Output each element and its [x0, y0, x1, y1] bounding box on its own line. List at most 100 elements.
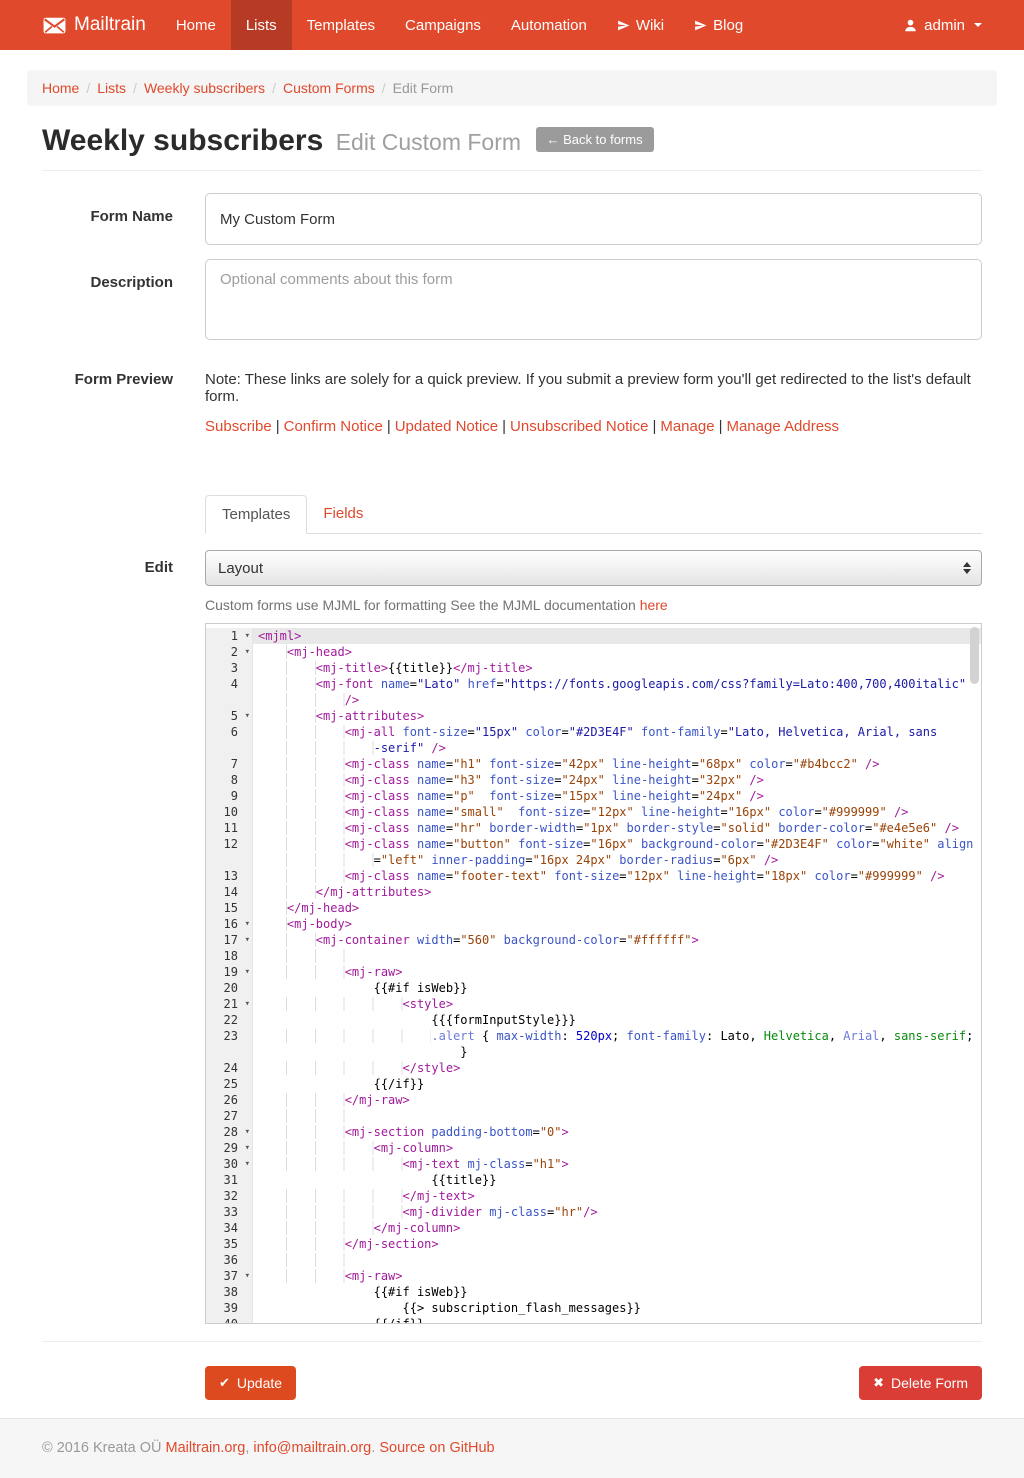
preview-link-unsubscribed-notice[interactable]: Unsubscribed Notice — [510, 418, 648, 435]
fold-toggle-icon[interactable]: ▾ — [245, 932, 250, 948]
code-line[interactable]: 32 </mj-text> — [206, 1188, 981, 1204]
code-line[interactable]: 18 — [206, 948, 981, 964]
description-textarea[interactable] — [205, 259, 982, 340]
fold-toggle-icon[interactable]: ▾ — [245, 996, 250, 1012]
code-line[interactable]: 33 <mj-divider mj-class="hr"/> — [206, 1204, 981, 1220]
code-line[interactable]: 20 {{#if isWeb}} — [206, 980, 981, 996]
line-number: 33 — [224, 1204, 238, 1220]
code-line[interactable]: 10 <mj-class name="small" font-size="12p… — [206, 804, 981, 820]
code-line[interactable]: 11 <mj-class name="hr" border-width="1px… — [206, 820, 981, 836]
code-line[interactable]: /> — [206, 692, 981, 708]
link-separator: | — [715, 418, 727, 435]
preview-link-confirm-notice[interactable]: Confirm Notice — [284, 418, 383, 435]
code-line[interactable]: 27 — [206, 1108, 981, 1124]
footer-link-info-mailtrain-org[interactable]: info@mailtrain.org — [253, 1440, 371, 1456]
preview-link-manage[interactable]: Manage — [660, 418, 714, 435]
fold-toggle-icon[interactable]: ▾ — [245, 916, 250, 932]
tab-templates[interactable]: Templates — [205, 495, 307, 534]
footer-link-source-on-github[interactable]: Source on GitHub — [379, 1440, 494, 1456]
code-line[interactable]: 22 {{{formInputStyle}}} — [206, 1012, 981, 1028]
line-number-gutter: 31 — [206, 1172, 253, 1188]
code-line[interactable]: 1▾<mjml> — [206, 628, 981, 644]
preview-link-updated-notice[interactable]: Updated Notice — [395, 418, 498, 435]
code-editor[interactable]: 1▾<mjml>2▾ <mj-head>3 <mj-title>{{title}… — [205, 623, 982, 1324]
user-menu[interactable]: admin — [888, 0, 997, 50]
nav-item-lists[interactable]: Lists — [231, 0, 292, 50]
line-number-gutter — [206, 740, 253, 756]
fold-toggle-icon[interactable]: ▾ — [245, 1156, 250, 1172]
code-line[interactable]: 38 {{#if isWeb}} — [206, 1284, 981, 1300]
preview-link-manage-address[interactable]: Manage Address — [726, 418, 839, 435]
code-line[interactable]: 24 </style> — [206, 1060, 981, 1076]
code-line[interactable]: 2▾ <mj-head> — [206, 644, 981, 660]
nav-item-automation[interactable]: Automation — [496, 0, 602, 50]
code-line[interactable]: 23 .alert { max-width: 520px; font-famil… — [206, 1028, 981, 1044]
code-line[interactable]: 4 <mj-font name="Lato" href="https://fon… — [206, 676, 981, 692]
mjml-doc-link[interactable]: here — [640, 597, 668, 613]
code-line[interactable]: 17▾ <mj-container width="560" background… — [206, 932, 981, 948]
line-number-gutter: 15 — [206, 900, 253, 916]
code-line[interactable]: 7 <mj-class name="h1" font-size="42px" l… — [206, 756, 981, 772]
code-text: <mj-class name="button" font-size="16px"… — [253, 836, 981, 852]
code-line[interactable]: 25 {{/if}} — [206, 1076, 981, 1092]
line-number: 9 — [231, 788, 238, 804]
nav-item-blog[interactable]: Blog — [679, 0, 758, 50]
fold-toggle-icon[interactable]: ▾ — [245, 708, 250, 724]
code-line[interactable]: 29▾ <mj-column> — [206, 1140, 981, 1156]
code-line[interactable]: 37▾ <mj-raw> — [206, 1268, 981, 1284]
code-line[interactable]: 19▾ <mj-raw> — [206, 964, 981, 980]
code-line[interactable]: 9 <mj-class name="p" font-size="15px" li… — [206, 788, 981, 804]
code-line[interactable]: 16▾ <mj-body> — [206, 916, 981, 932]
code-line[interactable]: 13 <mj-class name="footer-text" font-siz… — [206, 868, 981, 884]
breadcrumb-link-lists[interactable]: Lists — [97, 80, 126, 96]
fold-toggle-icon[interactable]: ▾ — [245, 964, 250, 980]
nav-item-wiki[interactable]: Wiki — [602, 0, 679, 50]
breadcrumb-link-home[interactable]: Home — [42, 80, 79, 96]
fold-toggle-icon[interactable]: ▾ — [245, 1140, 250, 1156]
fold-toggle-icon[interactable]: ▾ — [245, 628, 250, 644]
brand-mailtrain[interactable]: Mailtrain — [27, 0, 161, 50]
fold-toggle-icon[interactable]: ▾ — [245, 1268, 250, 1284]
code-line[interactable]: 21▾ <style> — [206, 996, 981, 1012]
line-number-gutter: 21▾ — [206, 996, 253, 1012]
fold-toggle-icon[interactable]: ▾ — [245, 1124, 250, 1140]
code-line[interactable]: 39 {{> subscription_flash_messages}} — [206, 1300, 981, 1316]
code-line[interactable]: 28▾ <mj-section padding-bottom="0"> — [206, 1124, 981, 1140]
form-name-input[interactable] — [205, 193, 982, 245]
breadcrumb-link-custom-forms[interactable]: Custom Forms — [283, 80, 375, 96]
check-icon: ✔ — [219, 1375, 230, 1391]
code-line[interactable]: 3 <mj-title>{{title}}</mj-title> — [206, 660, 981, 676]
edit-template-select[interactable]: Layout — [205, 550, 982, 586]
delete-form-button[interactable]: ✖ Delete Form — [859, 1366, 982, 1400]
line-number-gutter: 11 — [206, 820, 253, 836]
code-line[interactable]: 30▾ <mj-text mj-class="h1"> — [206, 1156, 981, 1172]
code-line[interactable]: ="left" inner-padding="16px 24px" border… — [206, 852, 981, 868]
update-button[interactable]: ✔ Update — [205, 1366, 296, 1400]
code-line[interactable]: 34 </mj-column> — [206, 1220, 981, 1236]
nav-item-home[interactable]: Home — [161, 0, 231, 50]
code-line[interactable]: 5▾ <mj-attributes> — [206, 708, 981, 724]
code-line[interactable]: 6 <mj-all font-size="15px" color="#2D3E4… — [206, 724, 981, 740]
code-line[interactable]: 35 </mj-section> — [206, 1236, 981, 1252]
editor-scrollbar[interactable] — [970, 627, 979, 684]
code-line[interactable]: 40 {{/if}} — [206, 1316, 981, 1324]
breadcrumb-link-weekly-subscribers[interactable]: Weekly subscribers — [144, 80, 265, 96]
code-line[interactable]: 31 {{title}} — [206, 1172, 981, 1188]
nav-item-templates[interactable]: Templates — [292, 0, 390, 50]
nav-item-campaigns[interactable]: Campaigns — [390, 0, 496, 50]
footer-link-mailtrain-org[interactable]: Mailtrain.org — [166, 1440, 246, 1456]
tab-fields[interactable]: Fields — [307, 495, 379, 533]
line-number-gutter: 34 — [206, 1220, 253, 1236]
code-line[interactable]: 14 </mj-attributes> — [206, 884, 981, 900]
code-line[interactable]: 8 <mj-class name="h3" font-size="24px" l… — [206, 772, 981, 788]
code-line[interactable]: 36 — [206, 1252, 981, 1268]
nav-item-label: Campaigns — [405, 17, 481, 34]
fold-toggle-icon[interactable]: ▾ — [245, 644, 250, 660]
code-line[interactable]: 26 </mj-raw> — [206, 1092, 981, 1108]
code-line[interactable]: 15 </mj-head> — [206, 900, 981, 916]
code-line[interactable]: 12 <mj-class name="button" font-size="16… — [206, 836, 981, 852]
code-line[interactable]: } — [206, 1044, 981, 1060]
preview-link-subscribe[interactable]: Subscribe — [205, 418, 272, 435]
back-to-forms-button[interactable]: ← Back to forms — [536, 127, 654, 152]
code-line[interactable]: -serif" /> — [206, 740, 981, 756]
